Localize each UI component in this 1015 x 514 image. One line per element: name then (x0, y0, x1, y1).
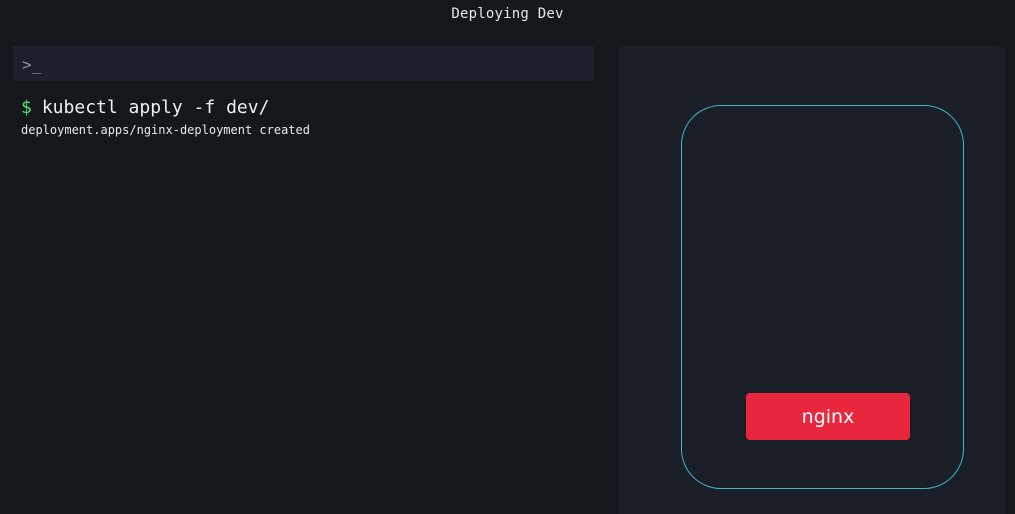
terminal-panel: >_ $ kubectl apply -f dev/ deployment.app… (13, 46, 594, 514)
command-text: kubectl apply -f dev/ (41, 97, 270, 118)
page-title: Deploying Dev (451, 6, 564, 22)
panel-divider (594, 46, 618, 514)
terminal-output: $ kubectl apply -f dev/ deployment.apps/n… (13, 81, 594, 154)
command-line: $ kubectl apply -f dev/ (21, 97, 586, 119)
terminal-prompt-icon: >_ (22, 54, 42, 74)
terminal-header: >_ (13, 46, 594, 81)
pod-nginx[interactable]: nginx (746, 393, 910, 440)
cluster-visualization: nginx (618, 46, 1005, 514)
prompt-symbol: $ (21, 97, 32, 118)
node-box: nginx (681, 105, 964, 489)
command-output: deployment.apps/nginx-deployment created (21, 123, 310, 137)
